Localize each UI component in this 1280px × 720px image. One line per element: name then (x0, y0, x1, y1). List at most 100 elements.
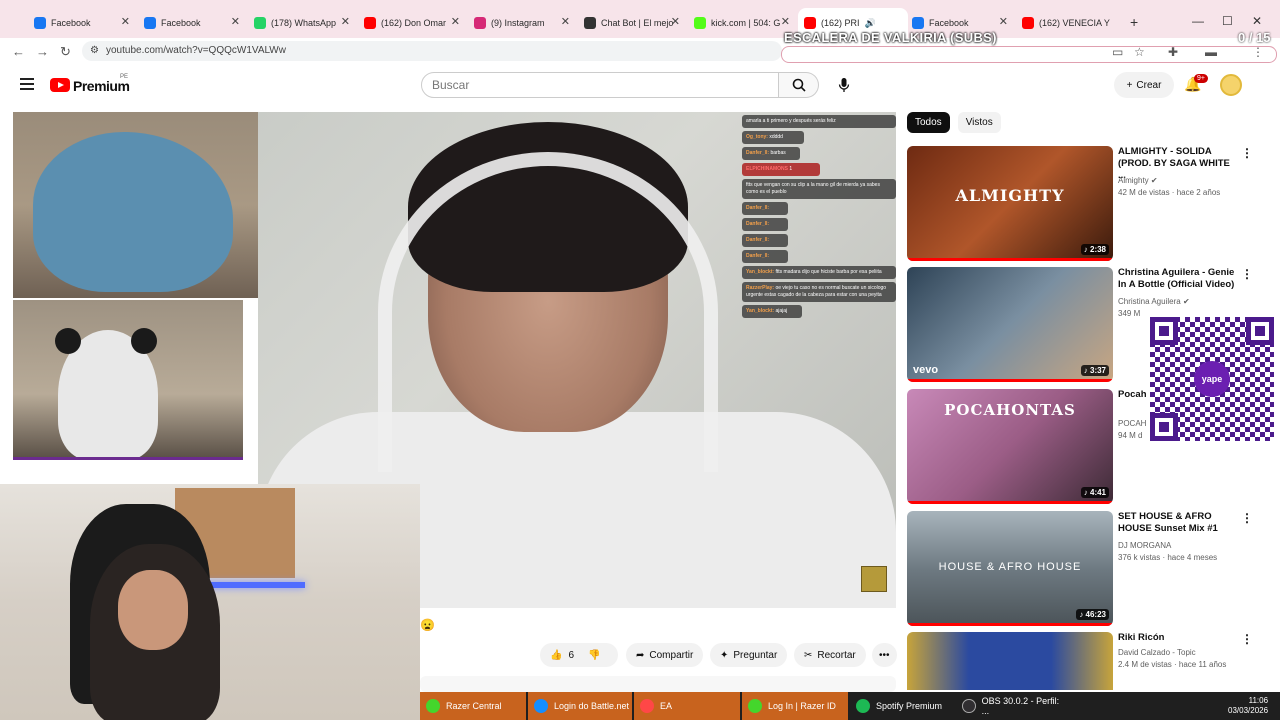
notifications-badge: 9+ (1194, 74, 1208, 83)
more-options-icon[interactable]: ⋮ (1241, 146, 1253, 160)
ask-button[interactable]: ✦ Preguntar (710, 643, 788, 667)
close-tab-icon[interactable]: ✕ (451, 15, 460, 28)
like-dislike-group[interactable]: 👍 6 👎 (540, 643, 618, 667)
clip-button[interactable]: ✂ Recortar (794, 643, 866, 667)
back-icon[interactable]: ← (12, 44, 25, 59)
webcam-whale-overlay (13, 112, 258, 298)
browser-tab[interactable]: Facebook ✕ (34, 12, 130, 34)
video-duration: ♪ 46:23 (1076, 609, 1109, 620)
close-tab-icon[interactable]: ✕ (781, 15, 790, 28)
thumbs-up-icon[interactable]: 👍 (550, 650, 562, 661)
stream-chat-overlay: amarla a ti primero y después serás feli… (742, 112, 896, 362)
facebook-icon (912, 17, 924, 29)
close-tab-icon[interactable]: ✕ (341, 15, 350, 28)
voice-search-button[interactable] (830, 72, 858, 98)
media-icon[interactable]: ▬ (1205, 45, 1217, 59)
youtube-brand[interactable]: Premium (73, 78, 130, 94)
browser-tab[interactable]: Chat Bot | El mejo ✕ (584, 12, 680, 34)
video-meta: 376 k vistas · hace 4 meses (1118, 553, 1218, 562)
chip-all[interactable]: Todos (907, 112, 950, 133)
search-icon (792, 78, 806, 92)
menu-icon[interactable] (20, 78, 34, 90)
browser-tab[interactable]: (162) Don Omar ✕ (364, 12, 460, 34)
browser-tab[interactable]: (162) VENECIA Y (1022, 12, 1122, 34)
webcam-panda-overlay (13, 300, 243, 460)
youtube-icon (1022, 17, 1034, 29)
close-tab-icon[interactable]: ✕ (121, 15, 130, 28)
bookmark-star-icon[interactable]: ☆ (1134, 45, 1145, 59)
cast-icon[interactable]: ▭ (1112, 45, 1123, 59)
taskbar-item-spotify[interactable]: Spotify Premium (850, 692, 954, 720)
browser-tab[interactable]: (9) Instagram ✕ (474, 12, 570, 34)
video-thumbnail[interactable]: vevo ♪ 3:37 (907, 267, 1113, 382)
channel-name[interactable]: DJ MORGANA (1118, 541, 1248, 550)
search-button[interactable] (779, 72, 819, 98)
browser-tab-bar: Facebook ✕ Facebook ✕ (178) WhatsApp ✕ (162… (0, 0, 1280, 42)
video-title[interactable]: Riki Ricón (1118, 632, 1238, 644)
youtube-logo-icon[interactable] (50, 78, 70, 92)
video-thumbnail[interactable] (907, 632, 1113, 690)
webcam-streamer-overlay (0, 484, 420, 720)
youtube-icon (804, 17, 816, 29)
chat-message: amarla a ti primero y después serás feli… (742, 115, 896, 128)
taskbar-item-ea[interactable]: EA (634, 692, 740, 720)
new-tab-icon[interactable]: + (1130, 14, 1138, 30)
chat-message: Danfer_ll: barbas (742, 147, 800, 160)
url-field[interactable]: ⚙ youtube.com/watch?v=QQQcW1VALWw (82, 41, 782, 61)
obs-icon (962, 699, 976, 713)
browser-tab[interactable]: Facebook ✕ (144, 12, 240, 34)
video-thumbnail[interactable]: ALMIGHTY ♪ 2:38 (907, 146, 1113, 261)
taskbar-item-obs[interactable]: OBS 30.0.2 - Perfil: ... (956, 692, 1066, 720)
close-tab-icon[interactable]: ✕ (999, 15, 1008, 28)
video-duration: ♪ 2:38 (1080, 244, 1109, 255)
video-meta: 2.4 M de vistas · hace 11 años (1118, 660, 1227, 669)
browser-tab[interactable]: (178) WhatsApp ✕ (254, 12, 350, 34)
video-title[interactable]: Christina Aguilera - Genie In A Bottle (… (1118, 267, 1238, 291)
taskbar-item-battlenet[interactable]: Login do Battle.net (528, 692, 632, 720)
share-button[interactable]: ➦ Compartir (626, 643, 704, 667)
close-tab-icon[interactable]: ✕ (231, 15, 240, 28)
site-info-icon[interactable]: ⚙ (90, 41, 99, 61)
recommendation-item[interactable]: Riki Ricón David Calzado - Topic 2.4 M d… (907, 632, 1257, 690)
qr-corner (1246, 317, 1274, 345)
channel-name[interactable]: David Calzado - Topic (1118, 648, 1248, 657)
chip-watched[interactable]: Vistos (957, 112, 1001, 133)
close-tab-icon[interactable]: ✕ (561, 15, 570, 28)
chat-message: Danfer_ll: (742, 218, 788, 231)
chat-message: Danfer_ll: (742, 234, 788, 247)
minimize-icon[interactable]: — (1192, 14, 1204, 28)
close-window-icon[interactable]: ✕ (1252, 14, 1262, 28)
video-title[interactable]: SET HOUSE & AFRO HOUSE Sunset Mix #1 (1118, 511, 1238, 535)
video-thumbnail[interactable]: POCAHONTAS ♪ 4:41 (907, 389, 1113, 504)
recommendation-item[interactable]: HOUSE & AFRO HOUSE ♪ 46:23 SET HOUSE & A… (907, 511, 1257, 628)
video-duration: ♪ 3:37 (1080, 365, 1109, 376)
chat-message: Danfer_ll: (742, 202, 788, 215)
extensions-icon[interactable]: ✚ (1168, 45, 1178, 59)
maximize-icon[interactable]: ☐ (1222, 14, 1233, 28)
more-options-icon[interactable]: ⋮ (1241, 632, 1253, 646)
share-icon: ➦ (636, 649, 645, 661)
stream-goal-counter: 0 / 15 (1238, 30, 1271, 45)
more-options-icon[interactable]: ⋮ (1241, 267, 1253, 281)
more-actions-button[interactable]: ••• (872, 643, 897, 667)
chat-message: Yan_blockt: ftts madara dijo que hiciste… (742, 266, 896, 279)
thumbnail-text: ALMIGHTY (955, 186, 1065, 205)
thumbs-down-icon[interactable]: 👎 (588, 650, 600, 661)
reload-icon[interactable]: ↻ (60, 44, 71, 60)
channel-name[interactable]: Almighty ✔ (1118, 176, 1248, 185)
browser-menu-icon[interactable]: ⋮ (1252, 45, 1264, 59)
system-clock[interactable]: 11:06 03/03/2026 (1228, 696, 1268, 716)
browser-tab[interactable]: kick.com | 504: G ✕ (694, 12, 790, 34)
forward-icon[interactable]: → (36, 44, 49, 59)
video-thumbnail[interactable]: HOUSE & AFRO HOUSE ♪ 46:23 (907, 511, 1113, 626)
recommendation-item[interactable]: ALMIGHTY ♪ 2:38 ALMIGHTY - SOLIDA (PROD.… (907, 146, 1257, 263)
close-tab-icon[interactable]: ✕ (671, 15, 680, 28)
search-input[interactable]: Buscar (421, 72, 779, 98)
more-options-icon[interactable]: ⋮ (1241, 511, 1253, 525)
avatar[interactable] (1220, 74, 1242, 96)
taskbar-item-razer-central[interactable]: Razer Central (420, 692, 526, 720)
instagram-icon (474, 17, 486, 29)
taskbar-item-razer-id[interactable]: Log In | Razer ID (742, 692, 848, 720)
channel-name[interactable]: Christina Aguilera ✔ (1118, 297, 1248, 306)
create-button[interactable]: + Crear (1114, 72, 1174, 98)
